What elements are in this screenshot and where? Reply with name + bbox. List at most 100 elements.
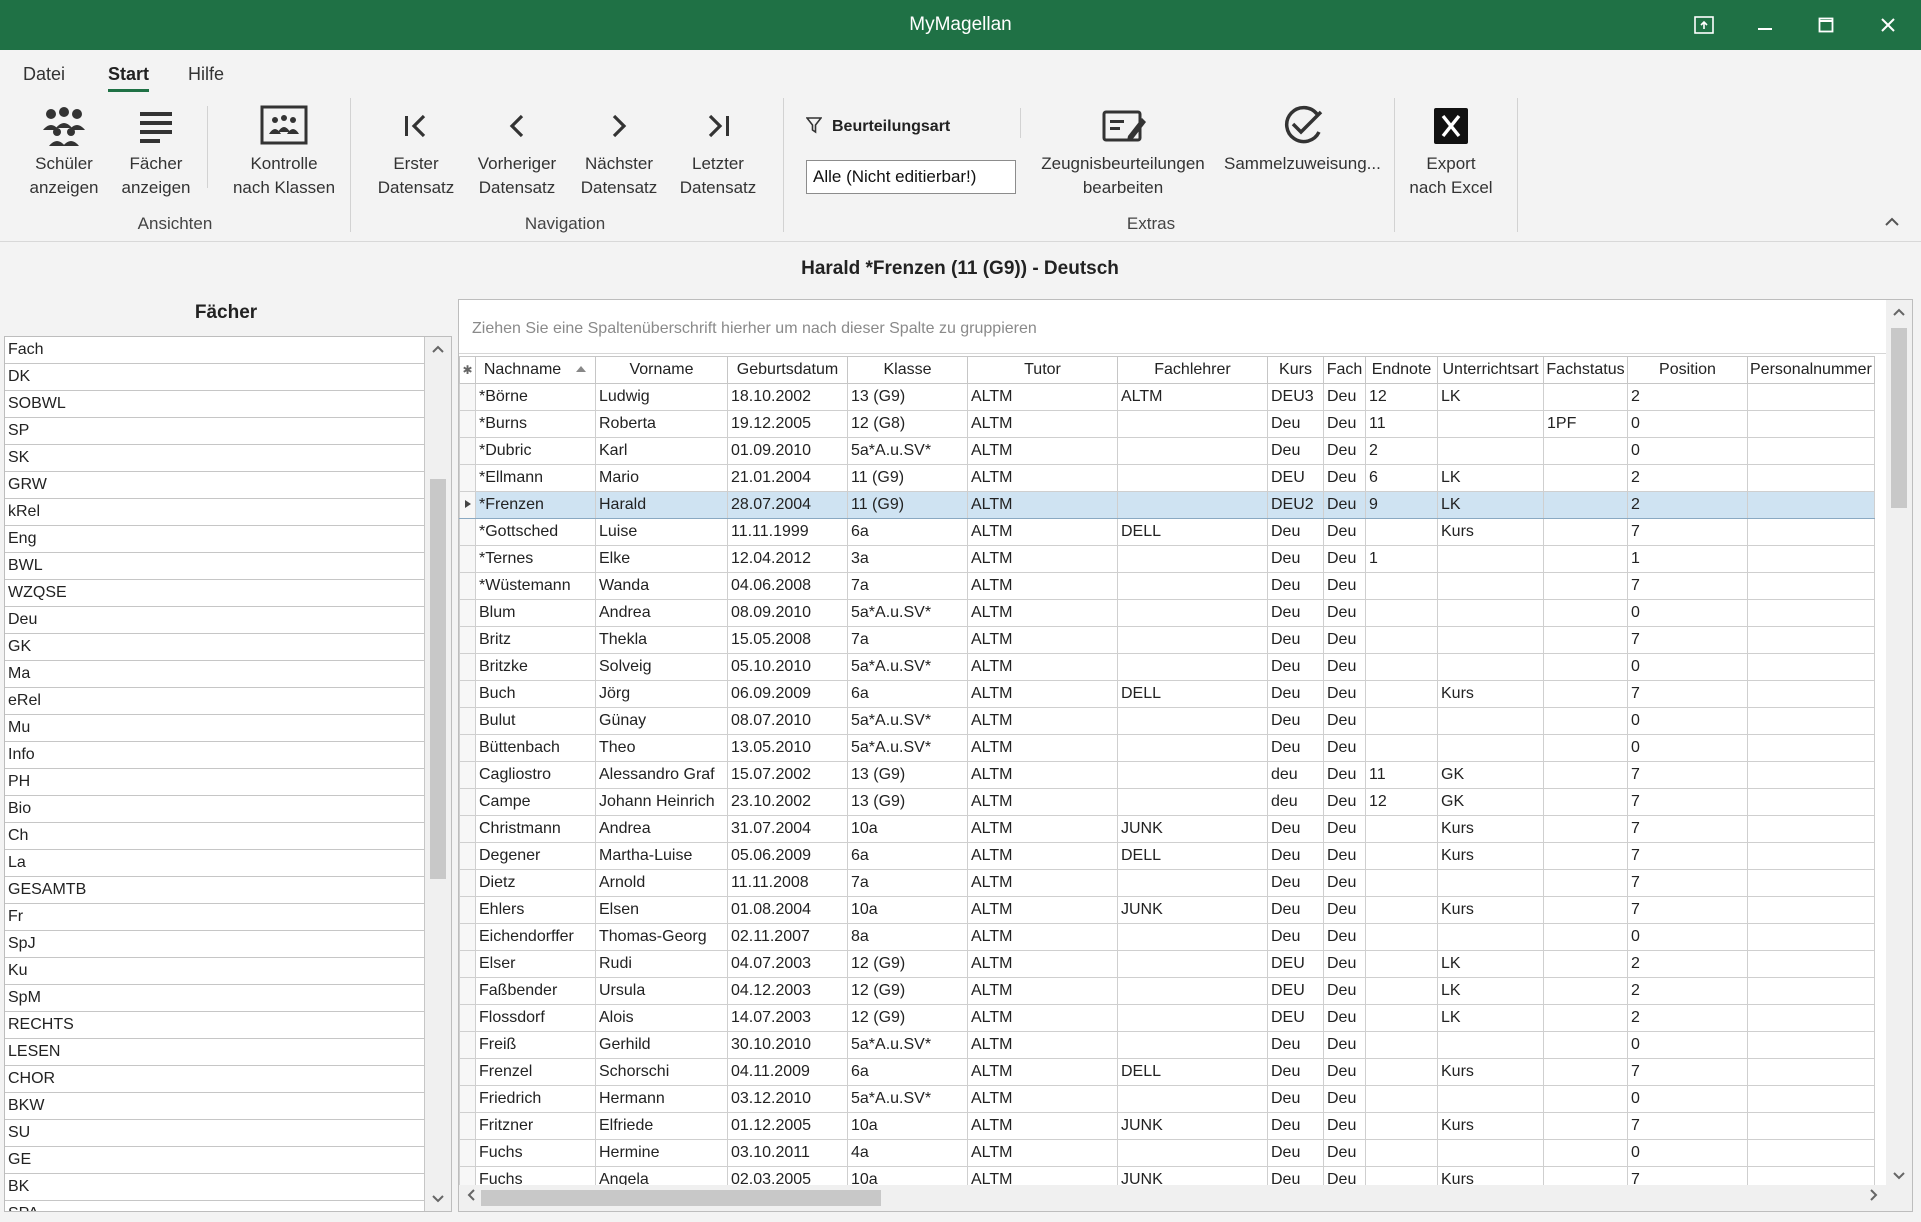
table-cell[interactable]: 11 (G9) — [847, 491, 968, 519]
table-cell[interactable] — [1117, 464, 1268, 492]
table-cell[interactable]: Blum — [475, 599, 596, 627]
table-cell[interactable]: 13.05.2010 — [727, 734, 848, 762]
table-cell[interactable]: 2 — [1365, 437, 1438, 465]
table-cell[interactable] — [1747, 572, 1875, 600]
row-indicator[interactable] — [459, 734, 476, 762]
table-cell[interactable] — [1543, 950, 1628, 978]
table-row[interactable]: Eichendorffer Thomas-Georg 02.11.2007 8a ALT… — [459, 923, 1875, 951]
table-cell[interactable]: Deu — [1323, 653, 1366, 681]
column-header[interactable]: Endnote — [1365, 356, 1438, 384]
row-indicator[interactable] — [459, 653, 476, 681]
column-header[interactable]: Nachname — [475, 356, 596, 384]
table-cell[interactable]: 2 — [1627, 491, 1748, 519]
fach-list-item[interactable]: GK — [5, 634, 425, 661]
table-cell[interactable]: ALTM — [967, 437, 1118, 465]
fach-list-item[interactable]: Eng — [5, 526, 425, 553]
table-cell[interactable]: DEU — [1267, 464, 1324, 492]
table-cell[interactable] — [1747, 788, 1875, 816]
table-cell[interactable]: 7 — [1627, 869, 1748, 897]
table-cell[interactable]: 01.12.2005 — [727, 1112, 848, 1140]
row-indicator[interactable] — [459, 1031, 476, 1059]
table-row[interactable]: *Wüstemann Wanda 04.06.2008 7a ALTM Deu Deu 7 — [459, 572, 1875, 600]
table-cell[interactable] — [1543, 1139, 1628, 1167]
table-cell[interactable] — [1117, 599, 1268, 627]
table-cell[interactable] — [1747, 464, 1875, 492]
row-indicator[interactable] — [459, 1112, 476, 1140]
table-cell[interactable]: Kurs — [1437, 815, 1544, 843]
table-cell[interactable]: ALTM — [967, 1139, 1118, 1167]
table-cell[interactable] — [1437, 626, 1544, 654]
tab-hilfe[interactable]: Hilfe — [188, 64, 224, 92]
fach-list-item[interactable]: GE — [5, 1147, 425, 1174]
row-indicator[interactable] — [459, 599, 476, 627]
table-cell[interactable] — [1365, 1058, 1438, 1086]
table-cell[interactable] — [1543, 869, 1628, 897]
table-cell[interactable]: Deu — [1323, 599, 1366, 627]
table-cell[interactable]: 01.08.2004 — [727, 896, 848, 924]
table-cell[interactable]: 04.06.2008 — [727, 572, 848, 600]
table-cell[interactable]: ALTM — [967, 1031, 1118, 1059]
table-cell[interactable] — [1543, 572, 1628, 600]
table-row[interactable]: Buch Jörg 06.09.2009 6a ALTM DELL Deu Deu Kurs 7 — [459, 680, 1875, 708]
table-cell[interactable]: Deu — [1323, 761, 1366, 789]
fach-list-item[interactable]: Deu — [5, 607, 425, 634]
table-cell[interactable] — [1543, 896, 1628, 924]
table-cell[interactable]: Deu — [1323, 950, 1366, 978]
table-cell[interactable] — [1543, 1058, 1628, 1086]
table-cell[interactable] — [1437, 923, 1544, 951]
table-cell[interactable] — [1117, 761, 1268, 789]
table-cell[interactable]: Deu — [1267, 1139, 1324, 1167]
table-cell[interactable]: Deu — [1323, 680, 1366, 708]
table-cell[interactable]: Kurs — [1437, 896, 1544, 924]
table-row[interactable]: Flossdorf Alois 14.07.2003 12 (G9) ALTM DEU De… — [459, 1004, 1875, 1032]
export-excel-button[interactable]: Export nach Excel — [1404, 104, 1498, 200]
table-row[interactable]: Britzke Solveig 05.10.2010 5a*A.u.SV* ALTM De… — [459, 653, 1875, 681]
table-cell[interactable]: 30.10.2010 — [727, 1031, 848, 1059]
table-cell[interactable]: 8a — [847, 923, 968, 951]
table-cell[interactable]: Kurs — [1437, 842, 1544, 870]
table-cell[interactable]: Elser — [475, 950, 596, 978]
table-cell[interactable]: ALTM — [1117, 383, 1268, 411]
table-cell[interactable] — [1365, 626, 1438, 654]
fach-list-item[interactable]: Ma — [5, 661, 425, 688]
table-cell[interactable]: 03.12.2010 — [727, 1085, 848, 1113]
table-row[interactable]: Elser Rudi 04.07.2003 12 (G9) ALTM DEU Deu LK 2 — [459, 950, 1875, 978]
table-cell[interactable] — [1747, 707, 1875, 735]
table-cell[interactable] — [1117, 653, 1268, 681]
table-cell[interactable] — [1365, 1112, 1438, 1140]
table-cell[interactable]: Friedrich — [475, 1085, 596, 1113]
scroll-thumb[interactable] — [481, 1190, 881, 1206]
fach-list-item[interactable]: BKW — [5, 1093, 425, 1120]
table-cell[interactable] — [1117, 545, 1268, 573]
table-cell[interactable]: DELL — [1117, 1058, 1268, 1086]
table-cell[interactable]: 01.09.2010 — [727, 437, 848, 465]
table-cell[interactable]: deu — [1267, 761, 1324, 789]
fach-list-item[interactable]: PH — [5, 769, 425, 796]
table-cell[interactable]: Deu — [1267, 896, 1324, 924]
table-cell[interactable]: 11 — [1365, 761, 1438, 789]
fach-list-item[interactable]: LESEN — [5, 1039, 425, 1066]
table-row[interactable]: Bulut Günay 08.07.2010 5a*A.u.SV* ALTM Deu Deu… — [459, 707, 1875, 735]
table-cell[interactable]: Kurs — [1437, 1058, 1544, 1086]
row-indicator[interactable] — [459, 788, 476, 816]
column-header[interactable]: Personalnummer — [1747, 356, 1875, 384]
table-cell[interactable]: ALTM — [967, 599, 1118, 627]
table-cell[interactable]: 13 (G9) — [847, 788, 968, 816]
table-cell[interactable] — [1365, 815, 1438, 843]
table-cell[interactable]: Alessandro Graf — [595, 761, 728, 789]
table-cell[interactable] — [1747, 815, 1875, 843]
table-cell[interactable]: 19.12.2005 — [727, 410, 848, 438]
table-cell[interactable]: Mario — [595, 464, 728, 492]
table-cell[interactable]: 6 — [1365, 464, 1438, 492]
table-cell[interactable]: 7 — [1627, 761, 1748, 789]
table-cell[interactable]: 3a — [847, 545, 968, 573]
collapse-ribbon-icon[interactable] — [1882, 212, 1902, 232]
table-cell[interactable]: Deu — [1323, 437, 1366, 465]
table-cell[interactable] — [1543, 464, 1628, 492]
fach-list-item[interactable]: SP — [5, 418, 425, 445]
table-cell[interactable]: Deu — [1267, 437, 1324, 465]
table-cell[interactable] — [1747, 1058, 1875, 1086]
table-cell[interactable] — [1543, 680, 1628, 708]
table-cell[interactable] — [1117, 572, 1268, 600]
table-cell[interactable] — [1365, 680, 1438, 708]
